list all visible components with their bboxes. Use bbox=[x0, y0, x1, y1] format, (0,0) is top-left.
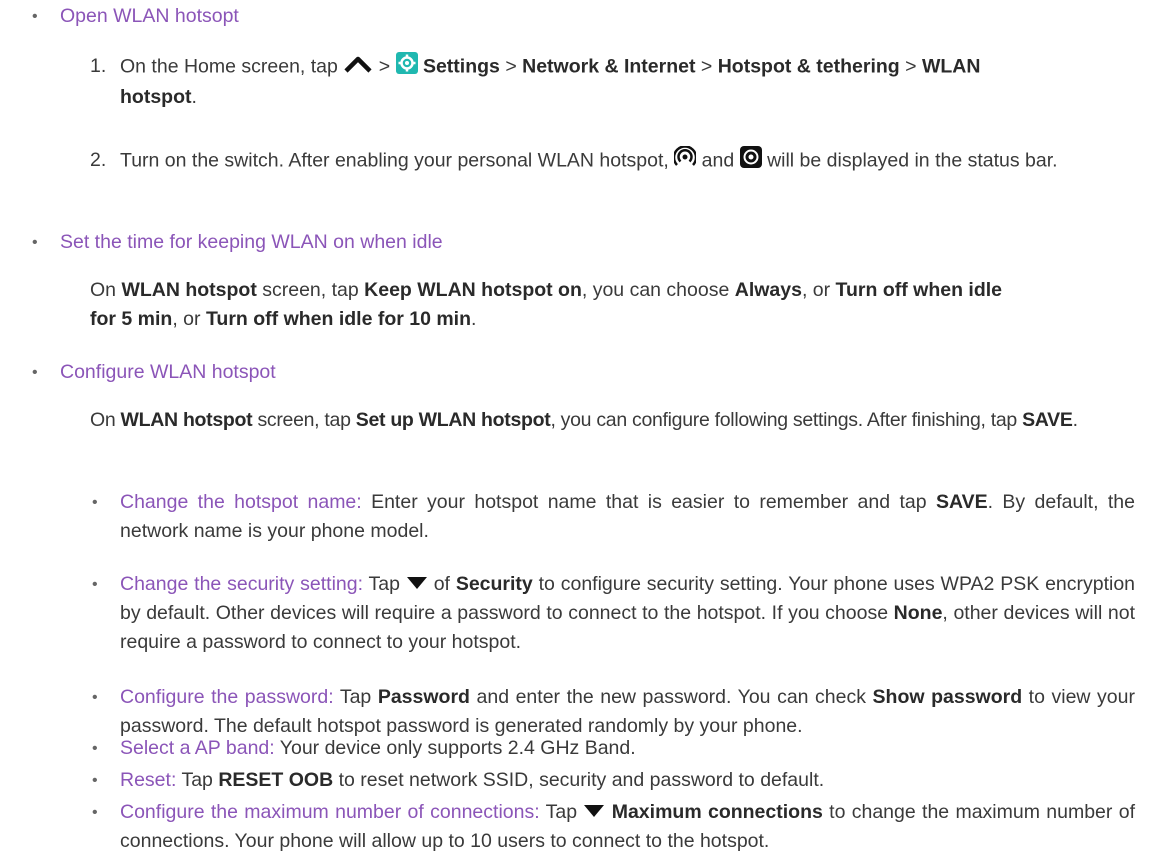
hotspot-status-icon bbox=[673, 145, 698, 177]
heading-keep-wlan-idle: Set the time for keeping WLAN on when id… bbox=[60, 231, 443, 253]
sub-bullet: • bbox=[92, 804, 98, 821]
step-number-2: 2. bbox=[90, 149, 107, 171]
chevron-up-icon bbox=[343, 53, 373, 82]
step-2-text: Turn on the switch. After enabling your … bbox=[120, 145, 1135, 177]
password-item: Configure the password: Tap Password and… bbox=[120, 686, 1135, 737]
settings-gear-icon bbox=[395, 52, 418, 83]
max-connections-item: Configure the maximum number of connecti… bbox=[120, 798, 1135, 856]
reset-item: Reset: Tap RESET OOB to reset network SS… bbox=[120, 769, 825, 791]
configure-paragraph: On WLAN hotspot screen, tap Set up WLAN … bbox=[90, 409, 1078, 431]
step-1-text: On the Home screen, tap > Settings > Net… bbox=[120, 52, 1135, 112]
hotspot-connected-icon bbox=[739, 146, 762, 177]
keep-wlan-paragraph: On WLAN hotspot screen, tap Keep WLAN ho… bbox=[90, 279, 1003, 330]
bullet: • bbox=[32, 364, 38, 381]
dropdown-triangle-icon bbox=[583, 798, 605, 827]
sub-bullet: • bbox=[92, 772, 98, 789]
sub-bullet: • bbox=[92, 740, 98, 757]
step-number-1: 1. bbox=[90, 55, 107, 77]
bullet: • bbox=[32, 8, 38, 25]
heading-configure-wlan-hotspot: Configure WLAN hotspot bbox=[60, 361, 276, 383]
bullet: • bbox=[32, 234, 38, 251]
sub-bullet: • bbox=[92, 494, 98, 511]
sub-bullet: • bbox=[92, 576, 98, 593]
ap-band-item: Select a AP band: Your device only suppo… bbox=[120, 737, 636, 759]
heading-open-wlan-hotspot: Open WLAN hotsopt bbox=[60, 5, 239, 27]
sub-bullet: • bbox=[92, 689, 98, 706]
document-page: • Open WLAN hotsopt 1. On the Home scree… bbox=[0, 0, 1158, 852]
hotspot-name-item: Change the hotspot name: Enter your hots… bbox=[120, 491, 1135, 542]
dropdown-triangle-icon bbox=[406, 570, 428, 599]
security-setting-item: Change the security setting: Tap of Secu… bbox=[120, 570, 1135, 657]
